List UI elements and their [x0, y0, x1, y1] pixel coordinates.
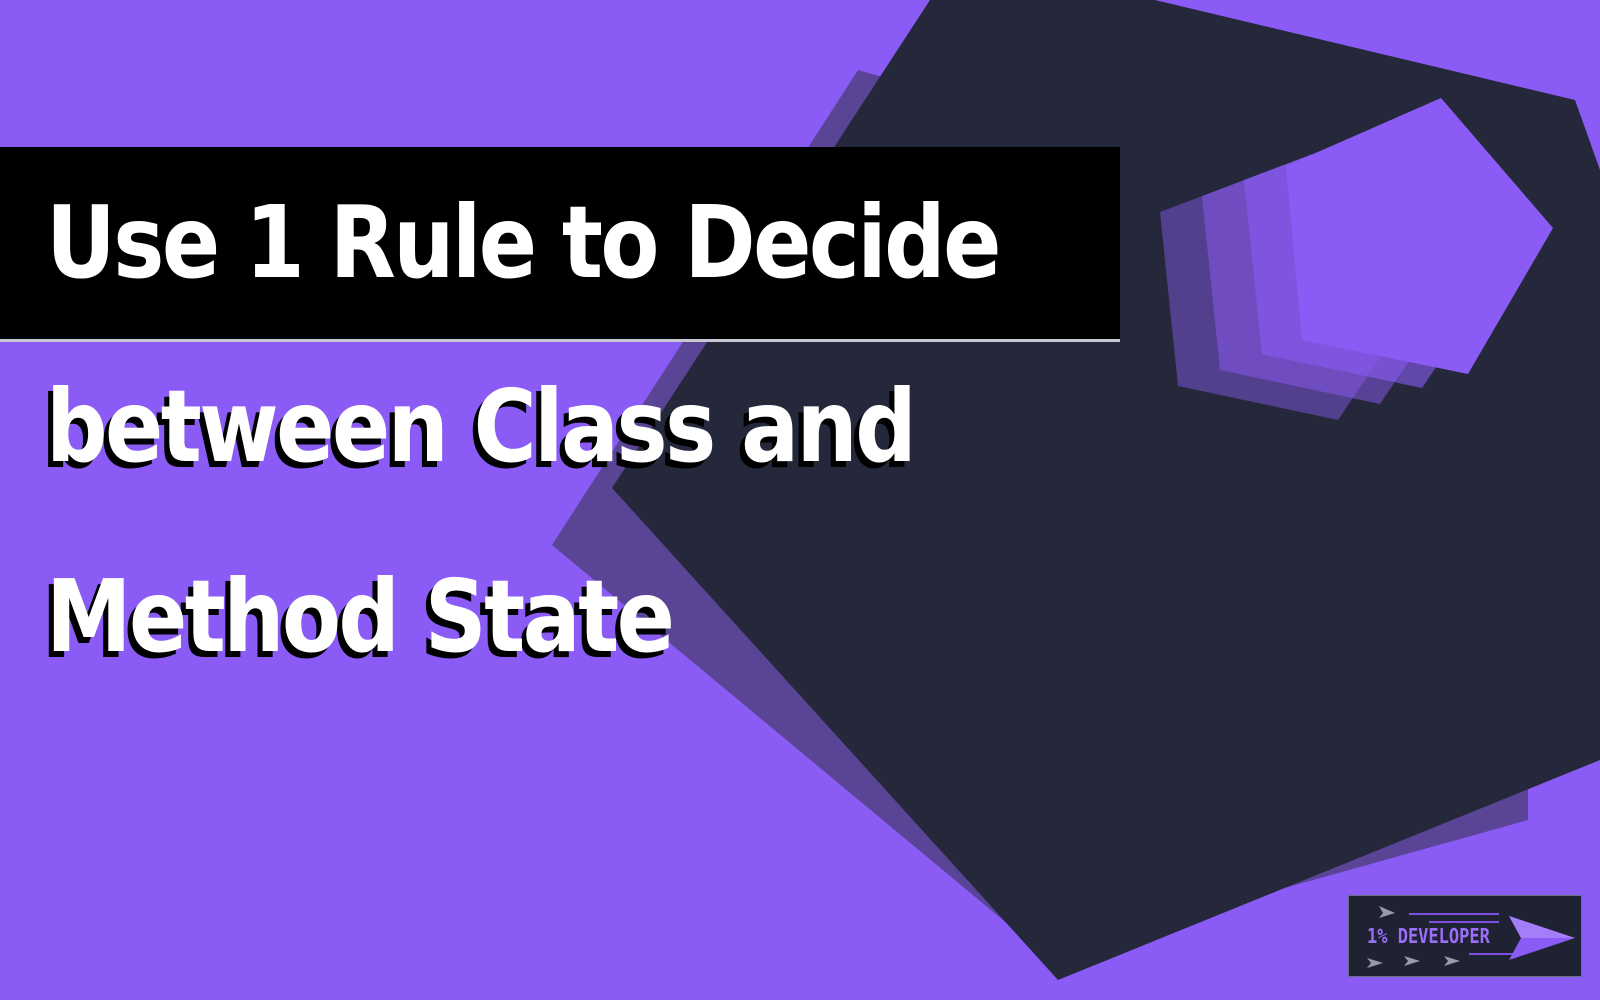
title-line-3: Method State — [46, 558, 675, 675]
large-plane-icon — [1509, 916, 1575, 960]
developer-logo: 1% DEVELOPER — [1348, 895, 1582, 977]
logo-text: 1% DEVELOPER — [1367, 924, 1490, 948]
title-line-1: Use 1 Rule to Decide — [46, 184, 1001, 301]
title-line-2: between Class and — [46, 368, 917, 485]
